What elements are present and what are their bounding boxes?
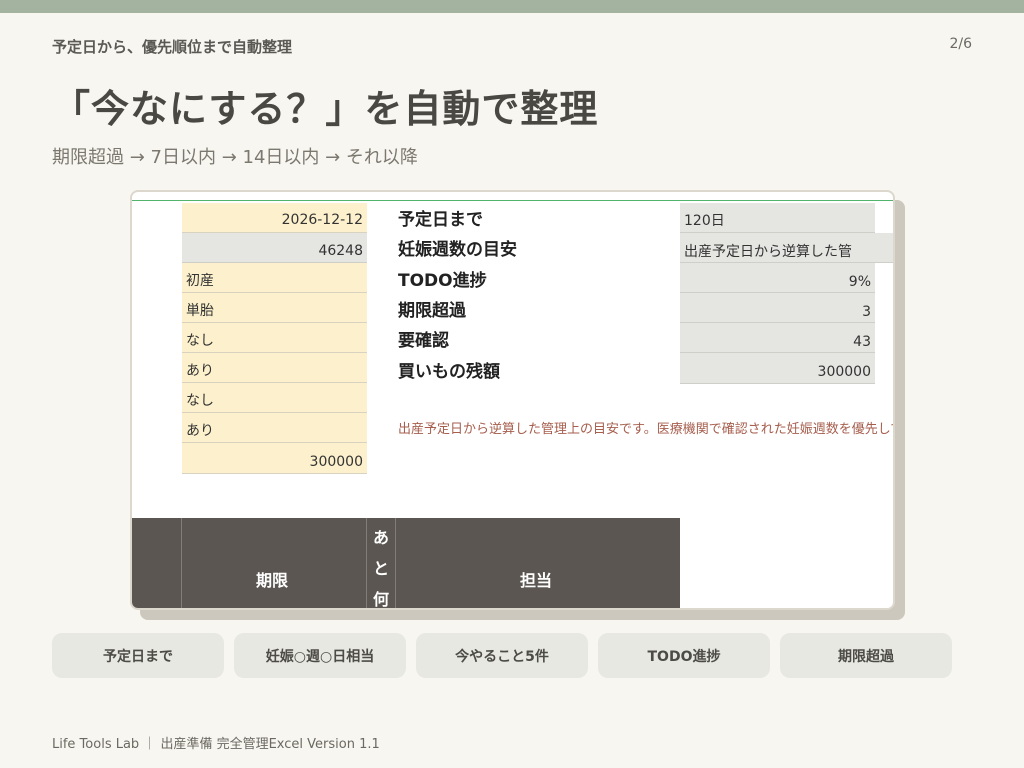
page-number: 2/6: [949, 36, 972, 52]
spreadsheet-screenshot: 2026-12-12 46248 初産 単胎 なし あり なし あり 30000…: [130, 190, 895, 610]
header-days-left-char: 何: [372, 590, 389, 609]
input-cell-option-1[interactable]: なし: [182, 323, 367, 353]
input-cell-option-3[interactable]: なし: [182, 383, 367, 413]
header-deadline: 期限: [256, 571, 289, 590]
input-cell-due-date[interactable]: 2026-12-12: [182, 203, 367, 233]
header-divider: [395, 518, 396, 608]
slide-title: 「今なにする？」を自動で整理: [52, 87, 599, 131]
label-shopping-remaining: 買いもの残額: [398, 362, 500, 382]
input-cell-multiple[interactable]: 単胎: [182, 293, 367, 323]
header-days-left-char: と: [372, 559, 389, 578]
pill-overdue[interactable]: 期限超過: [780, 633, 952, 678]
input-cell-option-4[interactable]: あり: [182, 413, 367, 443]
sheet-accent-line: [132, 200, 893, 201]
label-overdue: 期限超過: [398, 301, 466, 321]
input-cell-parity[interactable]: 初産: [182, 263, 367, 293]
label-pregnancy-weeks: 妊娠週数の目安: [398, 240, 517, 260]
metric-pregnancy-weeks[interactable]: 出産予定日から逆算した管: [680, 233, 893, 263]
footer-credit: Life Tools Lab ｜ 出産準備 完全管理Excel Version …: [52, 737, 380, 752]
input-cell-serial[interactable]: 46248: [182, 233, 367, 263]
metric-days-to-due[interactable]: 120日: [680, 203, 875, 233]
metric-needs-check[interactable]: 43: [680, 323, 875, 353]
label-days-to-due: 予定日まで: [398, 210, 483, 230]
label-todo-progress: TODO進捗: [398, 271, 487, 291]
label-needs-check: 要確認: [398, 331, 449, 351]
header-divider: [181, 518, 182, 608]
slide-eyebrow: 予定日から、優先順位まで自動整理: [52, 38, 293, 56]
metric-shopping-remaining[interactable]: 300000: [680, 353, 875, 384]
pill-todo-progress[interactable]: TODO進捗: [598, 633, 770, 678]
pill-pregnancy-weeks[interactable]: 妊娠○週○日相当: [234, 633, 406, 678]
slide-subtitle: 期限超過 → 7日以内 → 14日以内 → それ以降: [52, 147, 418, 168]
header-owner: 担当: [520, 571, 553, 590]
pill-top-five-tasks[interactable]: 今やること5件: [416, 633, 588, 678]
header-days-left-char: あ: [372, 528, 389, 547]
header-divider: [366, 518, 367, 608]
task-table-header: [132, 518, 680, 608]
metric-todo-progress[interactable]: 9%: [680, 263, 875, 293]
header-days-left: あと何: [368, 522, 394, 609]
metric-overdue[interactable]: 3: [680, 293, 875, 323]
input-cell-budget[interactable]: 300000: [182, 443, 367, 474]
pill-days-to-due[interactable]: 予定日まで: [52, 633, 224, 678]
top-accent-bar: [0, 0, 1024, 13]
disclaimer-note: 出産予定日から逆算した管理上の目安です。医療機関で確認された妊娠週数を優先してく…: [398, 422, 893, 437]
input-cell-option-2[interactable]: あり: [182, 353, 367, 383]
